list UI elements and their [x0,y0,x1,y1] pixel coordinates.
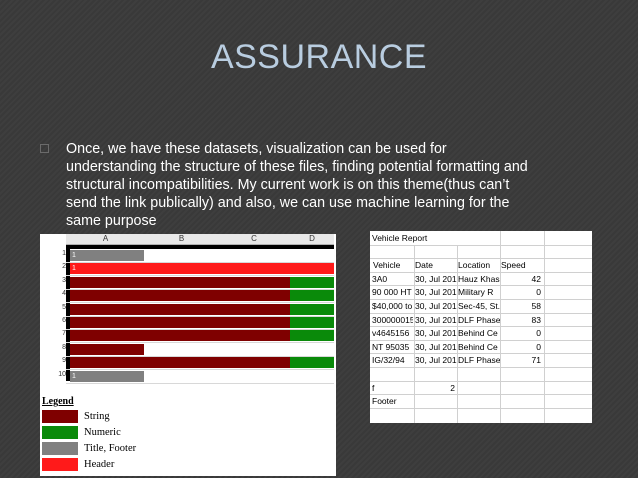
numeric-cell [290,303,334,315]
legend-swatch [42,426,78,439]
report-location-cell: Behind Ce [458,341,498,352]
row-number: 9 [62,357,66,365]
title-footer-cell: 1 [70,250,144,261]
report-footer: Footer [372,396,397,407]
column-header-c: C [218,234,290,245]
string-cell [70,343,144,355]
column-header-b: B [145,234,218,245]
report-date-cell: 30, Jul 201 [415,273,457,284]
report-date-cell: 30, Jul 201 [415,287,457,298]
vehicle-report-image: Vehicle Report Vehicle Date Location Speed 3A… [370,231,592,423]
row-number: 8 [62,343,66,351]
legend-label: String [84,411,110,422]
string-cell [70,276,290,288]
bullet-icon [40,144,49,153]
string-cell [70,317,290,328]
sheet-top-border [66,245,334,249]
row-gridline [66,382,334,384]
report-date-cell: 30, Jul 201 [415,341,457,352]
report-speed-cell: 0 [536,328,541,339]
report-vehicle-cell: IG/32/94 [372,355,405,366]
row-number: 6 [62,317,66,324]
legend-label: Title, Footer [84,443,137,454]
report-location-cell: Hauz Khas [458,273,500,284]
numeric-cell [290,317,334,328]
report-column-header: Location [458,260,491,271]
header-cell: 1 [70,263,334,275]
report-date-cell: 30, Jul 201 [415,328,457,339]
report-column-header: Vehicle [373,260,401,271]
report-location-cell: DLF Phase [458,355,500,366]
legend-label: Numeric [84,427,121,438]
report-date-cell: 30, Jul 201 [415,355,457,366]
report-date-cell: 30, Jul 201 [415,301,457,311]
report-date-cell: 30, Jul 201 [415,314,457,325]
report-vehicle-cell: v4645156 [372,328,410,339]
row-number: 2 [62,263,66,271]
report-title: Vehicle Report [372,231,492,245]
numeric-cell [290,357,334,369]
legend-label: Header [84,459,115,470]
row-number: 4 [62,290,66,298]
string-cell [70,290,290,302]
report-vehicle-cell: NT 95035 [372,341,410,352]
legend-swatch [42,410,78,423]
numeric-cell [290,330,334,342]
report-vehicle-cell: 300000015 [372,314,413,325]
legend-swatch [42,442,78,455]
report-vehicle-cell: $40,000 to [372,301,413,311]
row-number: 7 [62,330,66,338]
bullet-text: Once, we have these datasets, visualizat… [66,141,528,229]
report-summary-label: f [372,382,375,393]
string-cell [70,303,290,315]
column-header-d: D [290,234,334,245]
row-number: 1 [62,250,66,257]
report-summary-value: 2 [450,382,455,393]
legend-title: Legend [42,396,74,407]
spreadsheet-visualization-image: A B C D 1 1 2 1 3 4 5 6 7 8 9 10 1 Legend String Numeric T… [40,234,336,476]
report-column-header: Date [415,260,433,271]
report-speed-cell: 0 [536,341,541,352]
numeric-cell [290,276,334,288]
report-location-cell: DLF Phase [458,314,500,325]
title-footer-cell: 1 [70,370,144,382]
row-number: 3 [62,276,66,284]
string-cell [70,330,290,342]
report-location-cell: Behind Ce [458,328,498,339]
report-speed-cell: 71 [531,355,541,366]
report-location-cell: Military R [458,287,494,298]
legend-swatch [42,458,78,471]
report-speed-cell: 58 [531,301,541,311]
row-number: 10 [58,370,66,378]
row-number: 5 [62,303,66,311]
report-location-cell: Sec-45, St. [458,301,500,311]
string-cell [70,357,290,369]
report-speed-cell: 83 [531,314,541,325]
report-vehicle-cell: 3A0 [372,273,388,284]
report-speed-cell: 42 [531,273,541,284]
report-vehicle-cell: 90 000 HT [372,287,412,298]
report-column-header: Speed [501,260,526,271]
numeric-cell [290,290,334,302]
column-header-a: A [66,234,145,245]
slide-title: ASSURANCE [210,38,428,76]
report-speed-cell: 0 [536,287,541,298]
